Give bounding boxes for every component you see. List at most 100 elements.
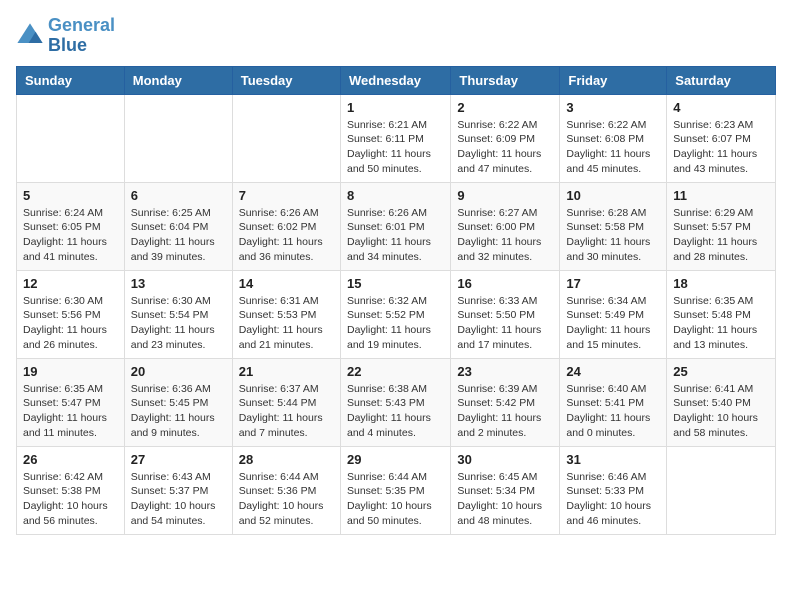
calendar-cell: 17 Sunrise: 6:34 AM Sunset: 5:49 PM Dayli… xyxy=(560,270,667,358)
day-number: 28 xyxy=(239,452,334,467)
calendar-cell xyxy=(232,94,340,182)
day-info: Sunrise: 6:27 AM Sunset: 6:00 PM Dayligh… xyxy=(457,206,553,265)
day-info: Sunrise: 6:28 AM Sunset: 5:58 PM Dayligh… xyxy=(566,206,660,265)
calendar-cell: 8 Sunrise: 6:26 AM Sunset: 6:01 PM Daylig… xyxy=(340,182,450,270)
day-number: 30 xyxy=(457,452,553,467)
calendar-cell: 31Sunrise: 6:46 AM Sunset: 5:33 PM Dayli… xyxy=(560,446,667,534)
calendar-cell: 16 Sunrise: 6:33 AM Sunset: 5:50 PM Dayli… xyxy=(451,270,560,358)
day-info: Sunrise: 6:46 AM Sunset: 5:33 PM Dayligh… xyxy=(566,470,660,529)
page-header: General Blue xyxy=(16,16,776,56)
calendar-cell: 3 Sunrise: 6:22 AM Sunset: 6:08 PM Daylig… xyxy=(560,94,667,182)
calendar-cell: 25Sunrise: 6:41 AM Sunset: 5:40 PM Dayli… xyxy=(667,358,776,446)
calendar-cell: 12 Sunrise: 6:30 AM Sunset: 5:56 PM Dayli… xyxy=(17,270,125,358)
calendar-cell xyxy=(667,446,776,534)
calendar-cell: 26Sunrise: 6:42 AM Sunset: 5:38 PM Dayli… xyxy=(17,446,125,534)
day-info: Sunrise: 6:45 AM Sunset: 5:34 PM Dayligh… xyxy=(457,470,553,529)
day-info: Sunrise: 6:34 AM Sunset: 5:49 PM Dayligh… xyxy=(566,294,660,353)
calendar-cell: 23Sunrise: 6:39 AM Sunset: 5:42 PM Dayli… xyxy=(451,358,560,446)
day-info: Sunrise: 6:32 AM Sunset: 5:52 PM Dayligh… xyxy=(347,294,444,353)
calendar-cell: 1 Sunrise: 6:21 AM Sunset: 6:11 PM Daylig… xyxy=(340,94,450,182)
calendar-cell: 24 Sunrise: 6:40 AM Sunset: 5:41 PM Dayli… xyxy=(560,358,667,446)
day-info: Sunrise: 6:25 AM Sunset: 6:04 PM Dayligh… xyxy=(131,206,226,265)
day-number: 4 xyxy=(673,100,769,115)
day-info: Sunrise: 6:43 AM Sunset: 5:37 PM Dayligh… xyxy=(131,470,226,529)
day-number: 18 xyxy=(673,276,769,291)
calendar-cell: 4 Sunrise: 6:23 AM Sunset: 6:07 PM Daylig… xyxy=(667,94,776,182)
day-info: Sunrise: 6:21 AM Sunset: 6:11 PM Dayligh… xyxy=(347,118,444,177)
day-info: Sunrise: 6:31 AM Sunset: 5:53 PM Dayligh… xyxy=(239,294,334,353)
calendar-cell: 28 Sunrise: 6:44 AM Sunset: 5:36 PM Dayli… xyxy=(232,446,340,534)
calendar-cell: 29 Sunrise: 6:44 AM Sunset: 5:35 PM Dayli… xyxy=(340,446,450,534)
logo: General Blue xyxy=(16,16,115,56)
day-info: Sunrise: 6:35 AM Sunset: 5:48 PM Dayligh… xyxy=(673,294,769,353)
day-number: 17 xyxy=(566,276,660,291)
calendar-cell: 2Sunrise: 6:22 AM Sunset: 6:09 PM Daylig… xyxy=(451,94,560,182)
logo-text: General Blue xyxy=(48,16,115,56)
calendar-cell: 19 Sunrise: 6:35 AM Sunset: 5:47 PM Dayli… xyxy=(17,358,125,446)
day-info: Sunrise: 6:38 AM Sunset: 5:43 PM Dayligh… xyxy=(347,382,444,441)
day-info: Sunrise: 6:29 AM Sunset: 5:57 PM Dayligh… xyxy=(673,206,769,265)
calendar-cell: 5 Sunrise: 6:24 AM Sunset: 6:05 PM Daylig… xyxy=(17,182,125,270)
weekday-tuesday: Tuesday xyxy=(232,66,340,94)
calendar-cell: 10 Sunrise: 6:28 AM Sunset: 5:58 PM Dayli… xyxy=(560,182,667,270)
day-number: 15 xyxy=(347,276,444,291)
day-info: Sunrise: 6:44 AM Sunset: 5:36 PM Dayligh… xyxy=(239,470,334,529)
calendar-cell: 20Sunrise: 6:36 AM Sunset: 5:45 PM Dayli… xyxy=(124,358,232,446)
day-number: 6 xyxy=(131,188,226,203)
calendar-cell: 14 Sunrise: 6:31 AM Sunset: 5:53 PM Dayli… xyxy=(232,270,340,358)
calendar-cell: 22 Sunrise: 6:38 AM Sunset: 5:43 PM Dayli… xyxy=(340,358,450,446)
day-number: 9 xyxy=(457,188,553,203)
calendar-cell: 30 Sunrise: 6:45 AM Sunset: 5:34 PM Dayli… xyxy=(451,446,560,534)
day-info: Sunrise: 6:30 AM Sunset: 5:56 PM Dayligh… xyxy=(23,294,118,353)
day-number: 27 xyxy=(131,452,226,467)
day-number: 8 xyxy=(347,188,444,203)
calendar-cell xyxy=(124,94,232,182)
calendar-cell: 15 Sunrise: 6:32 AM Sunset: 5:52 PM Dayli… xyxy=(340,270,450,358)
day-info: Sunrise: 6:23 AM Sunset: 6:07 PM Dayligh… xyxy=(673,118,769,177)
day-number: 29 xyxy=(347,452,444,467)
day-info: Sunrise: 6:26 AM Sunset: 6:01 PM Dayligh… xyxy=(347,206,444,265)
day-info: Sunrise: 6:33 AM Sunset: 5:50 PM Dayligh… xyxy=(457,294,553,353)
day-number: 11 xyxy=(673,188,769,203)
calendar-cell: 27 Sunrise: 6:43 AM Sunset: 5:37 PM Dayli… xyxy=(124,446,232,534)
day-number: 16 xyxy=(457,276,553,291)
day-number: 14 xyxy=(239,276,334,291)
day-number: 22 xyxy=(347,364,444,379)
day-info: Sunrise: 6:24 AM Sunset: 6:05 PM Dayligh… xyxy=(23,206,118,265)
weekday-monday: Monday xyxy=(124,66,232,94)
day-number: 7 xyxy=(239,188,334,203)
day-info: Sunrise: 6:30 AM Sunset: 5:54 PM Dayligh… xyxy=(131,294,226,353)
day-number: 19 xyxy=(23,364,118,379)
day-info: Sunrise: 6:22 AM Sunset: 6:08 PM Dayligh… xyxy=(566,118,660,177)
day-info: Sunrise: 6:39 AM Sunset: 5:42 PM Dayligh… xyxy=(457,382,553,441)
weekday-saturday: Saturday xyxy=(667,66,776,94)
calendar-table: SundayMondayTuesdayWednesdayThursdayFrid… xyxy=(16,66,776,535)
day-number: 20 xyxy=(131,364,226,379)
day-info: Sunrise: 6:37 AM Sunset: 5:44 PM Dayligh… xyxy=(239,382,334,441)
day-number: 24 xyxy=(566,364,660,379)
day-info: Sunrise: 6:26 AM Sunset: 6:02 PM Dayligh… xyxy=(239,206,334,265)
weekday-wednesday: Wednesday xyxy=(340,66,450,94)
day-number: 13 xyxy=(131,276,226,291)
day-info: Sunrise: 6:40 AM Sunset: 5:41 PM Dayligh… xyxy=(566,382,660,441)
calendar-cell: 6 Sunrise: 6:25 AM Sunset: 6:04 PM Daylig… xyxy=(124,182,232,270)
day-number: 2 xyxy=(457,100,553,115)
day-number: 21 xyxy=(239,364,334,379)
day-number: 10 xyxy=(566,188,660,203)
calendar-cell: 7 Sunrise: 6:26 AM Sunset: 6:02 PM Daylig… xyxy=(232,182,340,270)
calendar-cell: 9 Sunrise: 6:27 AM Sunset: 6:00 PM Daylig… xyxy=(451,182,560,270)
week-row-2: 5 Sunrise: 6:24 AM Sunset: 6:05 PM Daylig… xyxy=(17,182,776,270)
day-info: Sunrise: 6:44 AM Sunset: 5:35 PM Dayligh… xyxy=(347,470,444,529)
day-info: Sunrise: 6:35 AM Sunset: 5:47 PM Dayligh… xyxy=(23,382,118,441)
day-number: 12 xyxy=(23,276,118,291)
week-row-3: 12 Sunrise: 6:30 AM Sunset: 5:56 PM Dayli… xyxy=(17,270,776,358)
weekday-thursday: Thursday xyxy=(451,66,560,94)
calendar-cell: 11 Sunrise: 6:29 AM Sunset: 5:57 PM Dayli… xyxy=(667,182,776,270)
weekday-header-row: SundayMondayTuesdayWednesdayThursdayFrid… xyxy=(17,66,776,94)
week-row-4: 19 Sunrise: 6:35 AM Sunset: 5:47 PM Dayli… xyxy=(17,358,776,446)
day-number: 3 xyxy=(566,100,660,115)
day-number: 5 xyxy=(23,188,118,203)
weekday-sunday: Sunday xyxy=(17,66,125,94)
day-number: 1 xyxy=(347,100,444,115)
calendar-cell: 21 Sunrise: 6:37 AM Sunset: 5:44 PM Dayli… xyxy=(232,358,340,446)
